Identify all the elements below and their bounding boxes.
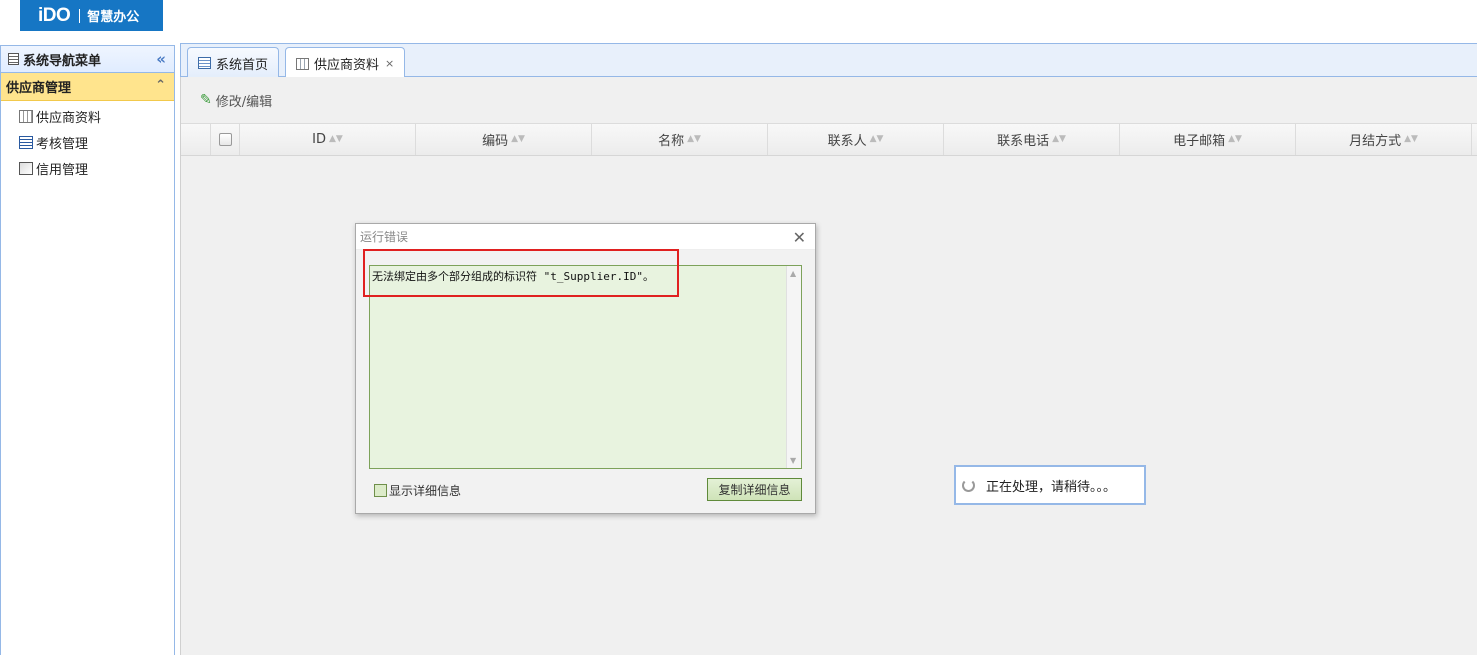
sort-icon: ▲▼ [329, 134, 343, 144]
column-label: 电子邮箱 [1173, 134, 1226, 149]
sort-icon: ▲▼ [1228, 134, 1242, 144]
column-label: 月结方式 [1349, 134, 1402, 149]
show-details-toggle[interactable]: 显示详细信息 [374, 482, 461, 499]
error-message-box[interactable]: 无法绑定由多个部分组成的标识符 "t_Supplier.ID"。 ▲ ▼ [369, 265, 802, 469]
column-label: 名称 [658, 134, 685, 149]
sidebar-item-label: 信用管理 [36, 162, 89, 178]
copy-details-button[interactable]: 复制详细信息 [707, 478, 802, 501]
logo-subtitle: 智慧办公 [87, 10, 140, 25]
tab-bar: 系统首页 供应商资料 × [180, 43, 1477, 79]
column-header-contact[interactable]: 联系人 ▲▼ [768, 124, 944, 155]
column-header-settlement[interactable]: 月结方式 ▲▼ [1296, 124, 1472, 155]
sidebar-item-label: 考核管理 [36, 136, 89, 152]
show-details-checkbox[interactable] [374, 484, 387, 497]
dialog-title: 运行错误 [356, 224, 815, 250]
sidebar-group-label: 供应商管理 [6, 81, 72, 96]
loading-text: 正在处理，请稍待。。。 [986, 479, 1117, 495]
grid-rownum-header [181, 124, 211, 155]
sidebar-title: 系统导航菜单 [23, 53, 102, 69]
column-header-email[interactable]: 电子邮箱 ▲▼ [1120, 124, 1296, 155]
error-message: 无法绑定由多个部分组成的标识符 "t_Supplier.ID"。 [372, 270, 654, 283]
column-header-id[interactable]: ID ▲▼ [240, 124, 416, 155]
logo-brand: iDO [38, 4, 71, 26]
sidebar-group-supplier[interactable]: 供应商管理 ⌃ [1, 73, 174, 101]
sort-icon: ▲▼ [869, 134, 884, 144]
app-header: iDO 智慧办公 [0, 0, 1477, 42]
menu-icon [8, 53, 19, 65]
toolbar: ✎ 修改/编辑 [181, 77, 1477, 123]
tab-home[interactable]: 系统首页 [187, 47, 280, 78]
list-icon [198, 57, 211, 69]
edit-button-label: 修改/编辑 [215, 94, 273, 110]
tab-supplier-info[interactable]: 供应商资料 × [285, 47, 406, 79]
sort-icon: ▲▼ [687, 134, 701, 144]
column-label: 联系人 [827, 134, 867, 149]
sidebar-header: 系统导航菜单 « [1, 46, 174, 73]
edit-button[interactable]: ✎ 修改/编辑 [200, 91, 272, 110]
column-label: ID [312, 132, 326, 147]
sort-icon: ▲▼ [511, 134, 525, 144]
scroll-up-icon[interactable]: ▲ [790, 269, 796, 278]
scrollbar[interactable]: ▲ ▼ [786, 266, 801, 468]
pencil-icon: ✎ [200, 92, 212, 108]
tab-label: 系统首页 [216, 57, 269, 73]
sort-icon: ▲▼ [1052, 134, 1066, 144]
close-icon[interactable]: × [385, 57, 394, 70]
grid-select-all[interactable] [211, 124, 240, 155]
double-chevron-left-icon[interactable]: « [156, 50, 166, 68]
tab-label: 供应商资料 [314, 58, 380, 73]
close-icon[interactable]: ✕ [793, 228, 806, 247]
app-logo[interactable]: iDO 智慧办公 [20, 0, 163, 31]
loading-indicator: 正在处理，请稍待。。。 [954, 465, 1146, 505]
document-icon [19, 161, 33, 175]
form-icon [19, 135, 33, 149]
column-header-phone[interactable]: 联系电话 ▲▼ [944, 124, 1120, 155]
show-details-label: 显示详细信息 [389, 484, 462, 498]
column-header-name[interactable]: 名称 ▲▼ [592, 124, 768, 155]
scroll-down-icon[interactable]: ▼ [790, 456, 796, 465]
select-all-checkbox[interactable] [218, 133, 232, 146]
table-icon [296, 57, 309, 70]
logo-separator [79, 8, 81, 23]
sidebar-item-supplier-info[interactable]: 供应商资料 [1, 103, 174, 129]
error-dialog: 运行错误 ✕ 无法绑定由多个部分组成的标识符 "t_Supplier.ID"。 … [355, 223, 816, 514]
sidebar-item-label: 供应商资料 [36, 110, 102, 126]
double-chevron-up-icon[interactable]: ⌃ [155, 78, 166, 93]
dialog-body: 无法绑定由多个部分组成的标识符 "t_Supplier.ID"。 ▲ ▼ 显示详… [356, 250, 815, 513]
table-icon [19, 109, 33, 123]
sidebar-item-credit[interactable]: 信用管理 [1, 155, 174, 181]
sidebar-item-assessment[interactable]: 考核管理 [1, 129, 174, 155]
navigation-sidebar: 系统导航菜单 « 供应商管理 ⌃ 供应商资料 考核管理 信用管理 [0, 45, 175, 655]
column-label: 编码 [482, 134, 509, 149]
grid-header: ID ▲▼ 编码 ▲▼ 名称 ▲▼ 联系人 ▲▼ 联系电话 ▲▼ 电子邮箱 ▲▼ 月结方式 ▲… [181, 123, 1477, 156]
column-header-code[interactable]: 编码 ▲▼ [416, 124, 592, 155]
sort-icon: ▲▼ [1404, 134, 1418, 144]
column-label: 联系电话 [997, 134, 1050, 149]
spinner-icon [962, 478, 975, 492]
